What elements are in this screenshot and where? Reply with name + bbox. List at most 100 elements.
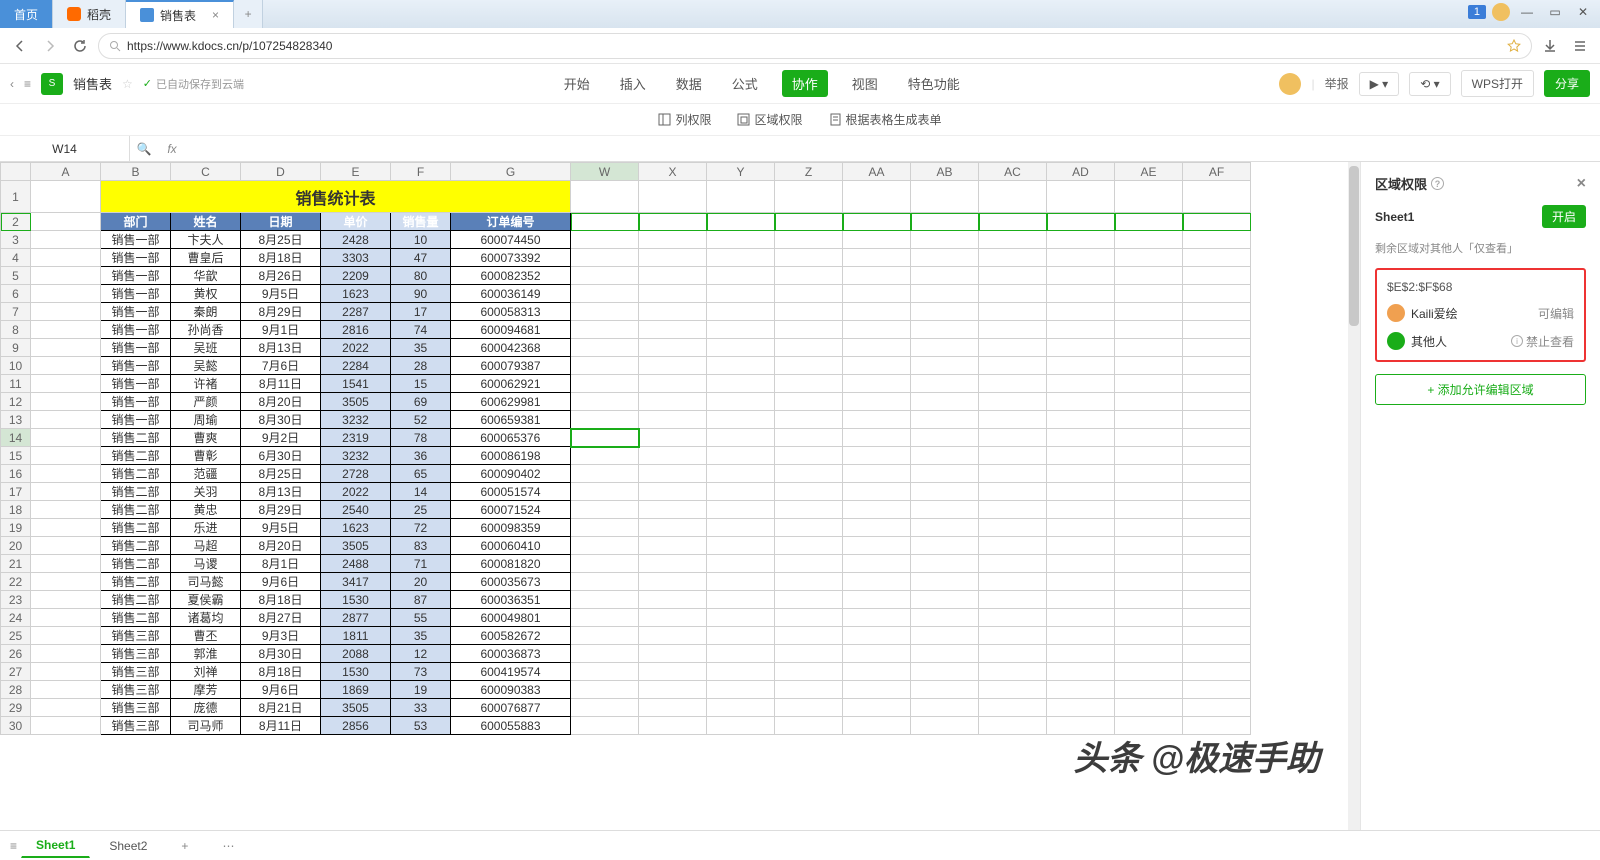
table-cell[interactable]: 78 bbox=[391, 429, 451, 447]
table-cell[interactable]: 销售一部 bbox=[101, 249, 171, 267]
table-cell[interactable]: 600582672 bbox=[451, 627, 571, 645]
tab-home[interactable]: 首页 bbox=[0, 0, 53, 28]
name-box[interactable]: W14 bbox=[0, 136, 130, 161]
permission-others-row[interactable]: 其他人 i禁止查看 bbox=[1387, 332, 1574, 350]
row-header[interactable]: 10 bbox=[1, 357, 31, 375]
table-cell[interactable]: 71 bbox=[391, 555, 451, 573]
table-cell[interactable]: 3303 bbox=[321, 249, 391, 267]
table-cell[interactable]: 600659381 bbox=[451, 411, 571, 429]
table-cell[interactable]: 关羽 bbox=[171, 483, 241, 501]
table-cell[interactable]: 诸葛均 bbox=[171, 609, 241, 627]
nav-back-icon[interactable] bbox=[8, 34, 32, 58]
row-header[interactable]: 29 bbox=[1, 699, 31, 717]
vertical-scrollbar[interactable] bbox=[1348, 162, 1360, 830]
table-cell[interactable]: 74 bbox=[391, 321, 451, 339]
report-link[interactable]: 举报 bbox=[1325, 75, 1349, 92]
table-cell[interactable]: 8月11日 bbox=[241, 717, 321, 735]
table-header-cell[interactable]: 订单编号 bbox=[451, 213, 571, 231]
star-outline-icon[interactable]: ☆ bbox=[122, 77, 133, 91]
table-cell[interactable]: 销售一部 bbox=[101, 285, 171, 303]
table-cell[interactable]: 孙尚香 bbox=[171, 321, 241, 339]
table-cell[interactable]: 2284 bbox=[321, 357, 391, 375]
table-cell[interactable]: 3417 bbox=[321, 573, 391, 591]
col-header[interactable]: C bbox=[171, 163, 241, 181]
table-cell[interactable]: 2088 bbox=[321, 645, 391, 663]
generate-form-button[interactable]: 根据表格生成表单 bbox=[829, 111, 942, 128]
table-cell[interactable]: 1530 bbox=[321, 591, 391, 609]
table-cell[interactable]: 2488 bbox=[321, 555, 391, 573]
table-cell[interactable]: 600094681 bbox=[451, 321, 571, 339]
table-cell[interactable]: 72 bbox=[391, 519, 451, 537]
add-editable-area-button[interactable]: + 添加允许编辑区域 bbox=[1375, 374, 1586, 405]
table-cell[interactable]: 3232 bbox=[321, 411, 391, 429]
table-cell[interactable]: 600086198 bbox=[451, 447, 571, 465]
col-header[interactable]: W bbox=[571, 163, 639, 181]
table-cell[interactable]: 销售三部 bbox=[101, 663, 171, 681]
table-cell[interactable]: 87 bbox=[391, 591, 451, 609]
row-header[interactable]: 7 bbox=[1, 303, 31, 321]
table-cell[interactable]: 600076877 bbox=[451, 699, 571, 717]
table-cell[interactable]: 郭淮 bbox=[171, 645, 241, 663]
table-cell[interactable]: 9月5日 bbox=[241, 519, 321, 537]
table-cell[interactable]: 2319 bbox=[321, 429, 391, 447]
table-header-cell[interactable]: 销售量 bbox=[391, 213, 451, 231]
table-cell[interactable]: 8月13日 bbox=[241, 339, 321, 357]
table-cell[interactable]: 35 bbox=[391, 627, 451, 645]
refresh-icon[interactable] bbox=[68, 34, 92, 58]
table-cell[interactable]: 9月1日 bbox=[241, 321, 321, 339]
url-input-box[interactable] bbox=[98, 33, 1532, 59]
table-cell[interactable]: 8月25日 bbox=[241, 231, 321, 249]
table-cell[interactable]: 销售一部 bbox=[101, 411, 171, 429]
table-cell[interactable]: 2428 bbox=[321, 231, 391, 249]
table-cell[interactable]: 销售三部 bbox=[101, 699, 171, 717]
table-cell[interactable]: 600036873 bbox=[451, 645, 571, 663]
row-header[interactable]: 4 bbox=[1, 249, 31, 267]
table-cell[interactable]: 8月1日 bbox=[241, 555, 321, 573]
table-cell[interactable]: 销售二部 bbox=[101, 555, 171, 573]
table-cell[interactable]: 20 bbox=[391, 573, 451, 591]
row-header[interactable]: 19 bbox=[1, 519, 31, 537]
list-icon[interactable]: ≡ bbox=[24, 77, 31, 91]
table-cell[interactable]: 600035673 bbox=[451, 573, 571, 591]
table-cell[interactable]: 600074450 bbox=[451, 231, 571, 249]
wps-open-button[interactable]: WPS打开 bbox=[1461, 70, 1534, 97]
table-cell[interactable]: 销售三部 bbox=[101, 681, 171, 699]
tab-daoke[interactable]: 稻壳 bbox=[53, 0, 126, 28]
table-cell[interactable]: 8月20日 bbox=[241, 537, 321, 555]
table-cell[interactable]: 600079387 bbox=[451, 357, 571, 375]
row-header[interactable]: 2 bbox=[1, 213, 31, 231]
table-cell[interactable]: 卞夫人 bbox=[171, 231, 241, 249]
table-cell[interactable]: 600055883 bbox=[451, 717, 571, 735]
row-header[interactable]: 3 bbox=[1, 231, 31, 249]
table-cell[interactable]: 17 bbox=[391, 303, 451, 321]
table-cell[interactable]: 53 bbox=[391, 717, 451, 735]
history-button[interactable]: ⟲ ▾ bbox=[1409, 72, 1450, 96]
row-header[interactable]: 17 bbox=[1, 483, 31, 501]
table-cell[interactable]: 3505 bbox=[321, 537, 391, 555]
table-cell[interactable]: 2728 bbox=[321, 465, 391, 483]
table-cell[interactable]: 销售二部 bbox=[101, 573, 171, 591]
table-cell[interactable]: 司马师 bbox=[171, 717, 241, 735]
table-cell[interactable]: 600082352 bbox=[451, 267, 571, 285]
table-cell[interactable]: 1869 bbox=[321, 681, 391, 699]
row-header[interactable]: 5 bbox=[1, 267, 31, 285]
col-header[interactable]: AF bbox=[1183, 163, 1251, 181]
table-cell[interactable]: 吴班 bbox=[171, 339, 241, 357]
help-icon[interactable]: ? bbox=[1431, 177, 1444, 190]
table-cell[interactable]: 600051574 bbox=[451, 483, 571, 501]
table-cell[interactable]: 1623 bbox=[321, 519, 391, 537]
table-cell[interactable]: 600036351 bbox=[451, 591, 571, 609]
sheet-tab-more[interactable]: ⋯ bbox=[207, 834, 249, 858]
row-header[interactable]: 12 bbox=[1, 393, 31, 411]
table-cell[interactable]: 许褚 bbox=[171, 375, 241, 393]
table-cell[interactable]: 销售一部 bbox=[101, 321, 171, 339]
table-cell[interactable]: 8月30日 bbox=[241, 411, 321, 429]
table-cell[interactable]: 华歆 bbox=[171, 267, 241, 285]
table-cell[interactable]: 19 bbox=[391, 681, 451, 699]
table-cell[interactable]: 黄忠 bbox=[171, 501, 241, 519]
permission-user-row[interactable]: Kaili爱绘 可编辑 bbox=[1387, 304, 1574, 322]
table-cell[interactable]: 600090402 bbox=[451, 465, 571, 483]
table-cell[interactable]: 曹皇后 bbox=[171, 249, 241, 267]
table-cell[interactable]: 2540 bbox=[321, 501, 391, 519]
table-cell[interactable]: 3505 bbox=[321, 699, 391, 717]
